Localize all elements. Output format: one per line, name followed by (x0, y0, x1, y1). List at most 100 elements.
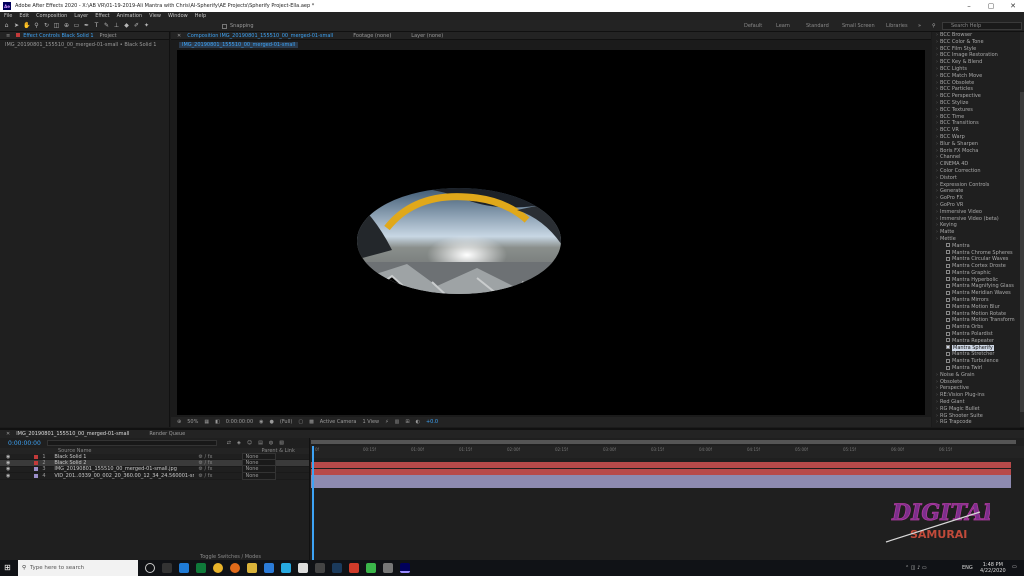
workspace-more-icon[interactable]: » (918, 23, 921, 29)
oculus-icon[interactable] (315, 563, 325, 573)
effect-item[interactable]: Mantra Motion Transform (932, 317, 1024, 324)
disclosure-arrow-icon[interactable]: › (936, 120, 938, 126)
app-blue-icon[interactable] (281, 563, 291, 573)
effect-item[interactable]: › RG Magic Bullet (932, 406, 1024, 413)
tab-render-queue[interactable]: Render Queue (149, 431, 185, 437)
effect-item[interactable]: › BCC Obsolete (932, 80, 1024, 87)
effect-item[interactable]: › GoPro VR (932, 202, 1024, 209)
after-effects-taskbar-icon[interactable] (400, 563, 410, 573)
eraser-tool-icon[interactable]: ◆ (123, 22, 130, 29)
pen-tool-icon[interactable]: ✒ (83, 22, 90, 29)
effect-item[interactable]: Mantra Twirl (932, 365, 1024, 372)
layer-search-input[interactable] (46, 440, 217, 446)
effect-item[interactable]: › BCC Transitions (932, 120, 1024, 127)
layer-name[interactable]: VID_201..0339_00_002_20_360.00_12_34_24.… (54, 473, 194, 479)
parent-dropdown[interactable]: None (242, 471, 277, 481)
effect-item[interactable]: › Channel (932, 154, 1024, 161)
channel-icon[interactable]: ● (270, 419, 274, 425)
disclosure-arrow-icon[interactable]: › (936, 134, 938, 140)
effect-item[interactable]: › BCC Warp (932, 134, 1024, 141)
notification-icon[interactable]: ▭ (1012, 564, 1017, 570)
effect-item[interactable]: › RE:Vision Plug-ins (932, 392, 1024, 399)
comp-mini-flowchart-icon[interactable]: ⇄ (227, 440, 231, 446)
timecode-display[interactable]: 0:00:00:00 (226, 419, 253, 425)
steam-icon[interactable] (332, 563, 342, 573)
effect-item[interactable]: Mantra Turbulence (932, 358, 1024, 365)
effect-item[interactable]: Mantra Graphic (932, 270, 1024, 277)
playhead[interactable] (312, 446, 314, 560)
mask-icon[interactable]: ◧ (215, 419, 220, 425)
disclosure-arrow-icon[interactable]: › (936, 216, 938, 222)
panel-close-icon[interactable]: ✕ (177, 33, 181, 39)
effect-item[interactable]: › Red Giant (932, 399, 1024, 406)
rectangle-tool-icon[interactable]: ▭ (73, 22, 80, 29)
effect-item[interactable]: › Immersive Video (beta) (932, 216, 1024, 223)
effect-item[interactable]: Mantra Meridian Waves (932, 290, 1024, 297)
home-icon[interactable]: ⌂ (3, 22, 10, 29)
disclosure-arrow-icon[interactable]: › (936, 93, 938, 99)
menu-composition[interactable]: Composition (36, 13, 67, 19)
effect-item[interactable]: Mantra Circular Waves (932, 256, 1024, 263)
frame-blending-icon[interactable]: ▤ (258, 440, 263, 446)
disclosure-arrow-icon[interactable]: › (936, 182, 938, 188)
effect-item[interactable]: › BCC Key & Blend (932, 59, 1024, 66)
menu-layer[interactable]: Layer (74, 13, 88, 19)
chrome-icon[interactable] (213, 563, 223, 573)
file-explorer-icon[interactable] (247, 563, 257, 573)
disclosure-arrow-icon[interactable]: › (936, 141, 938, 147)
disclosure-arrow-icon[interactable]: › (936, 80, 938, 86)
effect-item[interactable]: Mantra Repeater (932, 338, 1024, 345)
effect-item[interactable]: › Color Correction (932, 168, 1024, 175)
menu-help[interactable]: Help (195, 13, 206, 19)
disclosure-arrow-icon[interactable]: › (936, 86, 938, 92)
disclosure-arrow-icon[interactable]: › (936, 114, 938, 120)
tab-project[interactable]: Project (100, 33, 117, 39)
workspace-standard[interactable]: Standard (806, 23, 829, 29)
sync-icon[interactable] (366, 563, 376, 573)
roto-brush-icon[interactable]: ✐ (133, 22, 140, 29)
snapshot-icon[interactable]: ◉ (259, 419, 263, 425)
workspace-small-screen[interactable]: Small Screen (842, 23, 875, 29)
tab-effect-controls[interactable]: Effect Controls Black Solid 1 (16, 33, 94, 39)
maximize-icon[interactable]: ▢ (980, 0, 1002, 12)
effect-item[interactable]: › Distort (932, 175, 1024, 182)
exposure-value[interactable]: +0.0 (426, 419, 438, 425)
disclosure-arrow-icon[interactable]: › (936, 168, 938, 174)
current-timecode[interactable]: 0:00:00:00 (8, 440, 41, 447)
effect-item[interactable]: › GoPro FX (932, 195, 1024, 202)
effect-item[interactable]: › CINEMA 4D (932, 161, 1024, 168)
flowchart-icon[interactable]: ⊞ (405, 419, 409, 425)
zoom-dropdown[interactable]: 50% (187, 419, 198, 425)
breadcrumb-comp[interactable]: IMG_20190801_155510_00_merged-01-small (179, 42, 299, 48)
effect-item[interactable]: Mantra (932, 243, 1024, 250)
disclosure-arrow-icon[interactable]: › (936, 52, 938, 58)
cortana-icon[interactable] (145, 563, 155, 573)
effect-item[interactable]: › Boris FX Mocha (932, 148, 1024, 155)
transparency-icon[interactable]: ▩ (309, 419, 314, 425)
search-help-input[interactable]: Search Help (942, 22, 1022, 30)
disclosure-arrow-icon[interactable]: › (936, 236, 938, 242)
hand-tool-icon[interactable]: ✋ (23, 22, 30, 29)
magnify-icon[interactable]: ⊕ (177, 419, 181, 425)
tab-composition[interactable]: Composition IMG_20190801_155510_00_merge… (187, 33, 333, 39)
effect-item[interactable]: › Blur & Sharpen (932, 141, 1024, 148)
pan-behind-icon[interactable]: ⊕ (63, 22, 70, 29)
grid-icon[interactable]: ▦ (204, 419, 209, 425)
workspace-learn[interactable]: Learn (776, 23, 790, 29)
edge-icon[interactable] (179, 563, 189, 573)
disclosure-arrow-icon[interactable]: › (936, 229, 938, 235)
effect-item[interactable]: › Obsolete (932, 379, 1024, 386)
effect-item[interactable]: › BCC Lights (932, 66, 1024, 73)
disclosure-arrow-icon[interactable]: › (936, 148, 938, 154)
effect-item[interactable]: › Mettle (932, 236, 1024, 243)
effect-item[interactable]: › BCC Image Restoration (932, 52, 1024, 59)
snapping-checkbox[interactable] (222, 23, 227, 29)
workspace-libraries[interactable]: Libraries (886, 23, 908, 29)
effect-item[interactable]: › Generate (932, 188, 1024, 195)
effect-item[interactable]: › Perspective (932, 385, 1024, 392)
camera-tool-icon[interactable]: ◫ (53, 22, 60, 29)
effects-scrollbar[interactable] (1020, 32, 1024, 427)
layer-duration-bar[interactable] (311, 481, 1011, 489)
app-green-icon[interactable] (196, 563, 206, 573)
effect-item[interactable]: Mantra Mirrors (932, 297, 1024, 304)
